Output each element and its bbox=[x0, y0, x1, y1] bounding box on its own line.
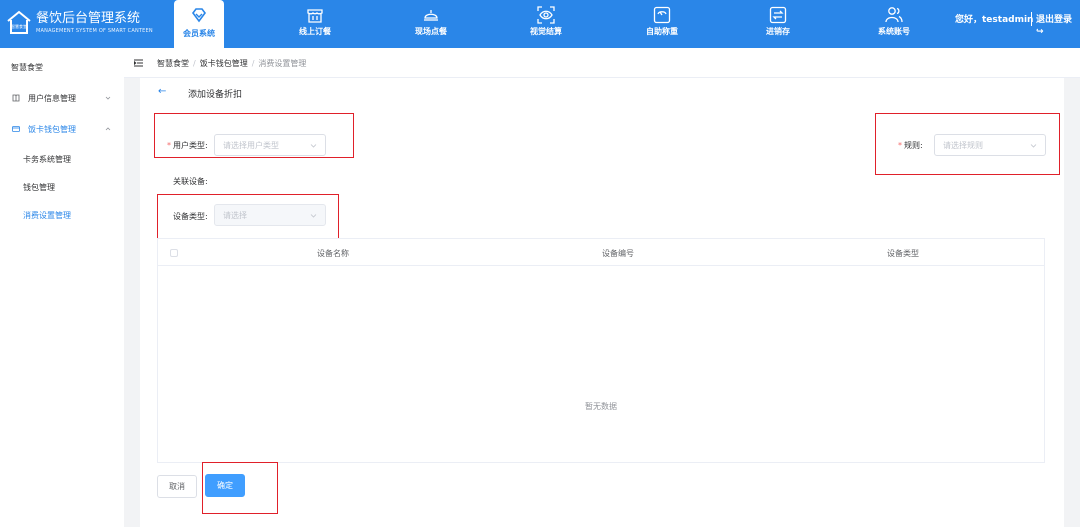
sidebar-item-card-wallet[interactable]: 饭卡钱包管理 bbox=[0, 120, 124, 140]
app-title: 餐饮后台管理系统 bbox=[36, 11, 141, 26]
column-header[interactable]: 设备编号 bbox=[602, 248, 634, 259]
nav-inventory[interactable]: 进销存 bbox=[753, 0, 803, 48]
menu-fold-icon[interactable] bbox=[134, 59, 143, 67]
logout-label: 退出登录 bbox=[1036, 15, 1073, 25]
sidebar-title: 智慧食堂 bbox=[11, 63, 43, 72]
top-navigation-bar: 智慧食堂 餐饮后台管理系统 MANAGEMENT SYSTEM OF SMART… bbox=[0, 0, 1080, 48]
sidebar: 智慧食堂 用户信息管理 饭卡钱包管理 卡务系统管理 钱包管理 消费设置管理 bbox=[0, 48, 124, 527]
app-subtitle: MANAGEMENT SYSTEM OF SMART CANTEEN bbox=[36, 28, 153, 34]
nav-label: 自助称重 bbox=[646, 27, 678, 36]
logout-button[interactable]: 退出登录 ↪ bbox=[1036, 14, 1072, 38]
column-header[interactable]: 设备名称 bbox=[317, 248, 349, 259]
related-devices-label: 关联设备: bbox=[173, 177, 208, 186]
sidebar-subitem-wallet[interactable]: 钱包管理 bbox=[23, 182, 55, 193]
card-icon bbox=[12, 126, 20, 132]
cloche-icon bbox=[424, 10, 438, 21]
nav-onsite-order[interactable]: 现场点餐 bbox=[406, 0, 456, 48]
sidebar-item-user-info[interactable]: 用户信息管理 bbox=[0, 89, 124, 109]
breadcrumb-separator: / bbox=[251, 59, 255, 68]
breadcrumb-separator: / bbox=[193, 59, 196, 68]
select-all-checkbox[interactable] bbox=[170, 249, 178, 257]
highlight-box-user-type bbox=[154, 113, 354, 158]
highlight-box-confirm bbox=[202, 462, 278, 514]
device-table: 设备名称 设备编号 设备类型 暂无数据 bbox=[157, 238, 1045, 463]
exchange-icon bbox=[769, 6, 787, 24]
nav-label: 视觉结算 bbox=[530, 27, 562, 36]
chevron-down-icon bbox=[105, 96, 111, 100]
highlight-box-device-type bbox=[157, 194, 339, 243]
logo-text: 智慧食堂 bbox=[11, 24, 27, 29]
nav-label: 现场点餐 bbox=[415, 27, 447, 36]
breadcrumb-bar: 智慧食堂 / 饭卡钱包管理 / 消费设置管理 bbox=[124, 48, 1080, 78]
nav-self-weighing[interactable]: 自助称重 bbox=[637, 0, 687, 48]
highlight-box-rule bbox=[875, 113, 1060, 175]
nav-system-account[interactable]: 系统账号 bbox=[869, 0, 919, 48]
nav-label: 系统账号 bbox=[878, 27, 910, 36]
sidebar-subitem-card-system[interactable]: 卡务系统管理 bbox=[23, 154, 71, 165]
nav-label: 进销存 bbox=[766, 27, 790, 36]
breadcrumb-item[interactable]: 饭卡钱包管理 bbox=[200, 59, 248, 68]
users-icon bbox=[885, 7, 903, 23]
scale-icon bbox=[653, 6, 671, 24]
logout-icon: ↪ bbox=[1036, 27, 1044, 37]
chevron-up-icon bbox=[105, 127, 111, 131]
table-header: 设备名称 设备编号 设备类型 bbox=[158, 239, 1044, 266]
breadcrumb-current: 消费设置管理 bbox=[258, 59, 307, 68]
book-icon bbox=[12, 94, 20, 102]
brand[interactable]: 智慧食堂 餐饮后台管理系统 MANAGEMENT SYSTEM OF SMART… bbox=[6, 9, 153, 37]
shop-icon bbox=[307, 9, 323, 23]
diamond-icon bbox=[188, 6, 210, 26]
page-title: 添加设备折扣 bbox=[188, 90, 243, 100]
divider bbox=[1031, 12, 1032, 26]
empty-state-text: 暂无数据 bbox=[585, 402, 617, 411]
sidebar-subitem-consumption-settings[interactable]: 消费设置管理 bbox=[23, 210, 71, 221]
eye-scan-icon bbox=[537, 6, 555, 24]
nav-label: 线上订餐 bbox=[299, 27, 331, 36]
user-greeting: 您好，testadmin bbox=[955, 15, 1034, 25]
breadcrumb: 智慧食堂 / 饭卡钱包管理 / 消费设置管理 bbox=[157, 58, 306, 69]
sidebar-item-label: 用户信息管理 bbox=[28, 94, 76, 103]
cancel-button[interactable]: 取消 bbox=[157, 475, 197, 498]
nav-member-system[interactable]: 会员系统 bbox=[174, 0, 224, 48]
column-header[interactable]: 设备类型 bbox=[887, 248, 919, 259]
sidebar-item-label: 饭卡钱包管理 bbox=[28, 125, 76, 134]
nav-online-order[interactable]: 线上订餐 bbox=[290, 0, 340, 48]
nav-label: 会员系统 bbox=[183, 29, 215, 38]
back-arrow-icon[interactable]: ← bbox=[158, 86, 166, 97]
house-logo-icon: 智慧食堂 bbox=[6, 9, 32, 37]
nav-visual-settlement[interactable]: 视觉结算 bbox=[521, 0, 571, 48]
breadcrumb-item[interactable]: 智慧食堂 bbox=[157, 59, 189, 68]
